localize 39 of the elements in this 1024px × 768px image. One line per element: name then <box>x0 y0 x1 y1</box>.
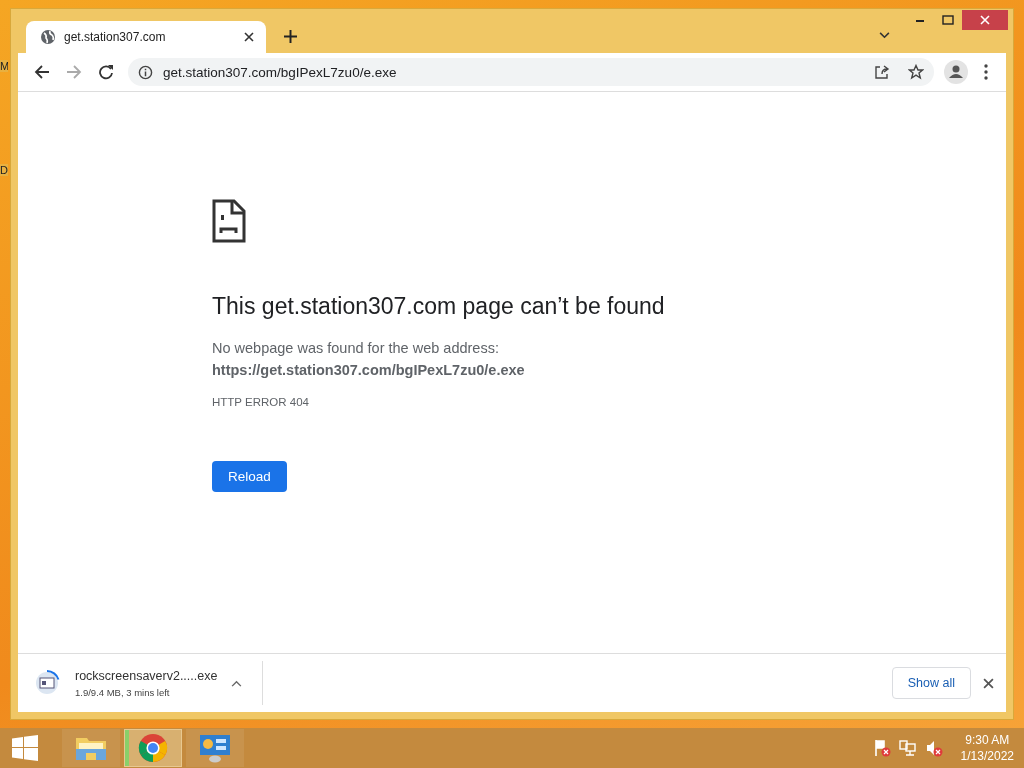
download-filename: rockscreensaverv2.....exe <box>75 668 219 683</box>
maximize-icon <box>942 15 954 25</box>
taskbar-button[interactable] <box>186 729 244 767</box>
close-icon[interactable] <box>983 677 994 689</box>
speaker-muted-icon[interactable] <box>924 739 943 757</box>
desktop-icon-label: M <box>0 60 8 72</box>
error-message: No webpage was found for the web address: <box>212 340 499 356</box>
browser-tab[interactable]: get.station307.com <box>26 21 266 53</box>
taskbar-button[interactable] <box>124 729 182 767</box>
reload-icon[interactable] <box>98 64 114 80</box>
control-panel-icon <box>199 733 231 763</box>
profile-icon[interactable] <box>944 60 968 84</box>
error-code: HTTP ERROR 404 <box>212 396 309 408</box>
tab-title: get.station307.com <box>64 30 167 44</box>
error-heading: This get.station307.com page can’t be found <box>212 293 665 320</box>
chevron-up-icon[interactable] <box>231 679 242 687</box>
browser-logo-icon <box>138 733 168 763</box>
menu-icon[interactable] <box>984 64 988 80</box>
flag-error-icon[interactable] <box>872 739 891 757</box>
address-bar[interactable]: get.station307.com/bgIPexL7zu0/e.exe <box>128 58 934 86</box>
globe-icon <box>40 29 56 45</box>
download-status-text: 1.9/9.4 MB, 3 mins left <box>75 686 171 698</box>
share-icon[interactable] <box>874 64 890 80</box>
chevron-down-icon[interactable] <box>879 32 890 39</box>
info-icon <box>138 64 153 80</box>
reload-button[interactable]: Reload <box>212 461 287 492</box>
network-icon[interactable] <box>898 739 917 757</box>
desktop-icon-label: D <box>0 164 8 176</box>
close-icon[interactable] <box>244 32 254 42</box>
show-all-button[interactable]: Show all <box>891 667 971 699</box>
close-icon <box>980 15 990 25</box>
sad-page-icon <box>212 199 246 243</box>
error-url: https://get.station307.com/bgIPexL7zu0/e.exe <box>212 362 525 378</box>
close-button[interactable] <box>962 10 1008 30</box>
back-icon[interactable] <box>34 64 50 80</box>
star-icon[interactable] <box>908 64 924 80</box>
address-text: get.station307.com/bgIPexL7zu0/e.exe <box>163 64 397 80</box>
new-tab-icon[interactable] <box>284 30 297 43</box>
windows-logo-icon[interactable] <box>12 735 38 761</box>
